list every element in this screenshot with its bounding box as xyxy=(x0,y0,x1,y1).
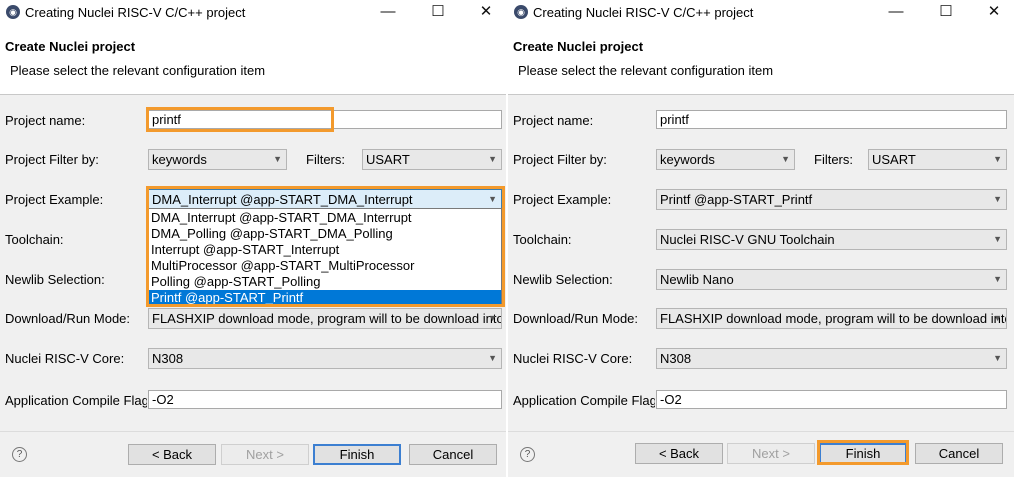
page-subtitle: Please select the relevant configuration… xyxy=(518,63,774,78)
project-example-value: DMA_Interrupt @app-START_DMA_Interrupt xyxy=(152,192,413,207)
wizard-header: Create Nuclei project Please select the … xyxy=(0,26,506,95)
chevron-down-icon: ▼ xyxy=(993,194,1002,204)
toolchain-label: Toolchain: xyxy=(513,232,572,247)
project-example-label: Project Example: xyxy=(5,192,104,207)
chevron-down-icon: ▼ xyxy=(993,154,1002,164)
wizard-header: Create Nuclei project Please select the … xyxy=(508,26,1014,95)
chevron-down-icon: ▼ xyxy=(488,194,497,204)
close-button[interactable]: ✕ xyxy=(476,2,496,22)
project-name-label: Project name: xyxy=(5,113,86,128)
project-name-label: Project name: xyxy=(513,113,594,128)
filters-value: USART xyxy=(872,152,916,167)
compile-flags-label: Application Compile Flags: xyxy=(5,393,147,408)
title-bar: ◉ Creating Nuclei RISC-V C/C++ project —… xyxy=(0,0,506,26)
download-mode-value: FLASHXIP download mode, program will to … xyxy=(152,311,502,326)
core-value: N308 xyxy=(152,351,184,366)
project-filter-label: Project Filter by: xyxy=(5,152,99,167)
page-title: Create Nuclei project xyxy=(513,39,644,54)
maximize-button[interactable]: ☐ xyxy=(936,2,956,22)
project-filter-label: Project Filter by: xyxy=(513,152,607,167)
filters-select[interactable]: USART ▼ xyxy=(362,149,502,170)
toolchain-label: Toolchain: xyxy=(5,232,64,247)
filter-by-select[interactable]: keywords ▼ xyxy=(656,149,795,170)
core-label: Nuclei RISC-V Core: xyxy=(513,351,633,366)
dropdown-option[interactable]: Interrupt @app-START_Interrupt xyxy=(149,242,501,258)
back-button[interactable]: < Back xyxy=(635,443,723,464)
download-mode-select[interactable]: FLASHXIP download mode, program will to … xyxy=(148,308,502,329)
newlib-value: Newlib Nano xyxy=(660,272,734,287)
project-name-input[interactable]: printf xyxy=(148,110,502,129)
close-button[interactable]: ✕ xyxy=(984,2,1004,22)
core-value: N308 xyxy=(660,351,692,366)
filter-by-select[interactable]: keywords ▼ xyxy=(148,149,287,170)
dropdown-option[interactable]: Polling @app-START_Polling xyxy=(149,274,501,290)
filter-by-value: keywords xyxy=(152,152,207,167)
download-mode-label: Download/Run Mode: xyxy=(513,311,639,326)
right-wizard-dialog: ◉ Creating Nuclei RISC-V C/C++ project —… xyxy=(508,0,1014,477)
download-mode-select[interactable]: FLASHXIP download mode, program will to … xyxy=(656,308,1007,329)
newlib-label: Newlib Selection: xyxy=(513,272,613,287)
page-title: Create Nuclei project xyxy=(5,39,136,54)
filter-by-value: keywords xyxy=(660,152,715,167)
dropdown-option[interactable]: MultiProcessor @app-START_MultiProcessor xyxy=(149,258,501,274)
eclipse-icon: ◉ xyxy=(514,5,528,19)
project-example-select[interactable]: DMA_Interrupt @app-START_DMA_Interrupt ▼ xyxy=(148,189,502,210)
dropdown-option[interactable]: DMA_Interrupt @app-START_DMA_Interrupt xyxy=(149,210,501,226)
chevron-down-icon: ▼ xyxy=(993,274,1002,284)
button-bar-divider xyxy=(0,431,506,432)
toolchain-value: Nuclei RISC-V GNU Toolchain xyxy=(660,232,835,247)
chevron-down-icon: ▼ xyxy=(488,313,497,323)
compile-flags-input[interactable]: -O2 xyxy=(148,390,502,409)
cancel-button[interactable]: Cancel xyxy=(409,444,497,465)
project-example-label: Project Example: xyxy=(513,192,612,207)
project-example-value: Printf @app-START_Printf xyxy=(660,192,813,207)
filters-select[interactable]: USART ▼ xyxy=(868,149,1007,170)
chevron-down-icon: ▼ xyxy=(273,154,282,164)
page-subtitle: Please select the relevant configuration… xyxy=(10,63,266,78)
download-mode-label: Download/Run Mode: xyxy=(5,311,131,326)
minimize-button[interactable]: — xyxy=(378,2,398,22)
compile-flags-label: Application Compile Flags: xyxy=(513,393,655,408)
filters-label: Filters: xyxy=(814,152,853,167)
window-title: Creating Nuclei RISC-V C/C++ project xyxy=(25,5,246,20)
newlib-select[interactable]: Newlib Nano ▼ xyxy=(656,269,1007,290)
chevron-down-icon: ▼ xyxy=(488,353,497,363)
core-select[interactable]: N308 ▼ xyxy=(656,348,1007,369)
next-button[interactable]: Next > xyxy=(221,444,309,465)
download-mode-value: FLASHXIP download mode, program will to … xyxy=(660,311,1006,326)
core-select[interactable]: N308 ▼ xyxy=(148,348,502,369)
next-button[interactable]: Next > xyxy=(727,443,815,464)
project-name-input[interactable]: printf xyxy=(656,110,1007,129)
compile-flags-input[interactable]: -O2 xyxy=(656,390,1007,409)
filters-value: USART xyxy=(366,152,410,167)
finish-button[interactable]: Finish xyxy=(819,443,907,464)
maximize-button[interactable]: ☐ xyxy=(428,2,448,22)
dropdown-option[interactable]: DMA_Polling @app-START_DMA_Polling xyxy=(149,226,501,242)
eclipse-icon: ◉ xyxy=(6,5,20,19)
finish-button[interactable]: Finish xyxy=(313,444,401,465)
chevron-down-icon: ▼ xyxy=(993,353,1002,363)
title-bar: ◉ Creating Nuclei RISC-V C/C++ project —… xyxy=(508,0,1014,26)
chevron-down-icon: ▼ xyxy=(781,154,790,164)
filters-label: Filters: xyxy=(306,152,345,167)
help-icon[interactable]: ? xyxy=(520,447,535,462)
cancel-button[interactable]: Cancel xyxy=(915,443,1003,464)
project-example-select[interactable]: Printf @app-START_Printf ▼ xyxy=(656,189,1007,210)
button-bar-divider xyxy=(508,431,1014,432)
core-label: Nuclei RISC-V Core: xyxy=(5,351,125,366)
toolchain-select[interactable]: Nuclei RISC-V GNU Toolchain ▼ xyxy=(656,229,1007,250)
dropdown-option-selected[interactable]: Printf @app-START_Printf xyxy=(149,290,501,306)
newlib-label: Newlib Selection: xyxy=(5,272,105,287)
minimize-button[interactable]: — xyxy=(886,2,906,22)
project-example-dropdown-list: DMA_Interrupt @app-START_DMA_Interrupt D… xyxy=(148,208,502,306)
chevron-down-icon: ▼ xyxy=(993,234,1002,244)
chevron-down-icon: ▼ xyxy=(993,313,1002,323)
left-wizard-dialog: ◉ Creating Nuclei RISC-V C/C++ project —… xyxy=(0,0,506,477)
help-icon[interactable]: ? xyxy=(12,447,27,462)
chevron-down-icon: ▼ xyxy=(488,154,497,164)
window-title: Creating Nuclei RISC-V C/C++ project xyxy=(533,5,754,20)
back-button[interactable]: < Back xyxy=(128,444,216,465)
